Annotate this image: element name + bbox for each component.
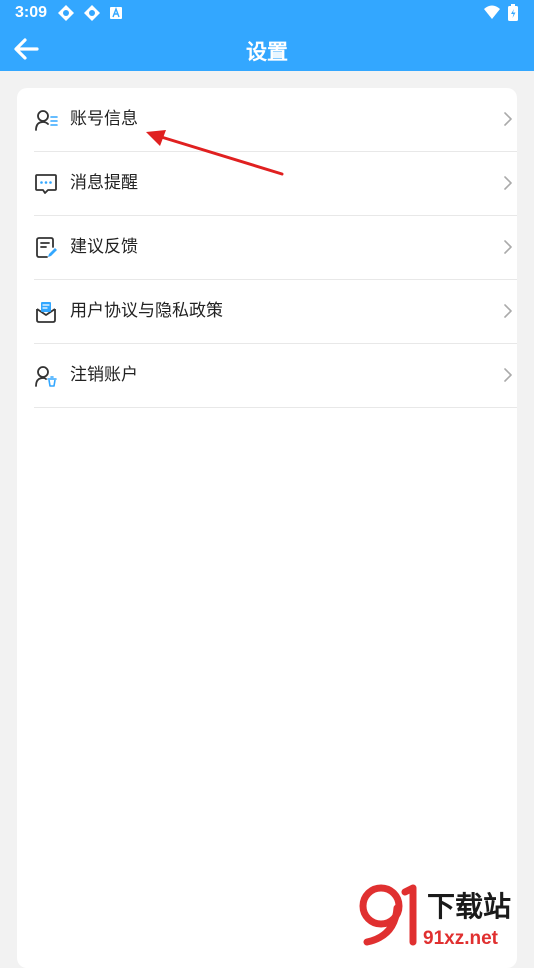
watermark-91-mark xyxy=(359,884,417,946)
app-notification-icon-2 xyxy=(84,5,100,21)
chevron-right-icon xyxy=(504,240,512,254)
chevron-right-icon xyxy=(504,112,512,126)
menu-item-privacy-policy[interactable]: 用户协议与隐私政策 xyxy=(34,280,517,344)
system-status-icons xyxy=(484,4,518,21)
message-icon xyxy=(35,174,57,194)
font-notification-icon xyxy=(110,7,122,19)
chevron-right-icon xyxy=(504,176,512,190)
feedback-icon xyxy=(36,237,57,258)
annotation-arrow-icon xyxy=(146,130,284,176)
menu-item-delete-account[interactable]: 注销账户 xyxy=(34,344,517,408)
menu-item-label: 账号信息 xyxy=(70,109,138,129)
menu-item-label: 用户协议与隐私政策 xyxy=(70,301,223,321)
chevron-right-icon xyxy=(504,304,512,318)
notification-icons xyxy=(58,5,122,21)
menu-item-feedback[interactable]: 建议反馈 xyxy=(34,216,517,280)
battery-icon xyxy=(508,4,518,21)
account-info-icon xyxy=(35,110,58,131)
status-time: 3:09 xyxy=(15,4,48,21)
watermark-brand: 下载站 xyxy=(427,891,511,922)
settings-card: 账号信息 消息提醒 建议反馈 用户协议与隐私政策 注销账户 xyxy=(17,88,517,968)
menu-item-label: 消息提醒 xyxy=(70,173,138,193)
status-bar: 3:09 xyxy=(0,0,534,26)
privacy-policy-icon xyxy=(36,302,56,323)
menu-item-label: 建议反馈 xyxy=(70,237,138,257)
watermark-logo: 下载站 91xz.net xyxy=(359,884,511,949)
app-bar: 3:09 设置 xyxy=(0,0,534,71)
menu-item-label: 注销账户 xyxy=(70,365,138,385)
watermark-domain: 91xz.net xyxy=(423,928,499,949)
delete-account-icon xyxy=(35,366,57,387)
chevron-right-icon xyxy=(504,368,512,382)
page-title: 设置 xyxy=(246,40,288,64)
title-bar: 设置 xyxy=(0,26,534,71)
app-notification-icon xyxy=(58,5,74,21)
wifi-icon xyxy=(484,5,500,19)
